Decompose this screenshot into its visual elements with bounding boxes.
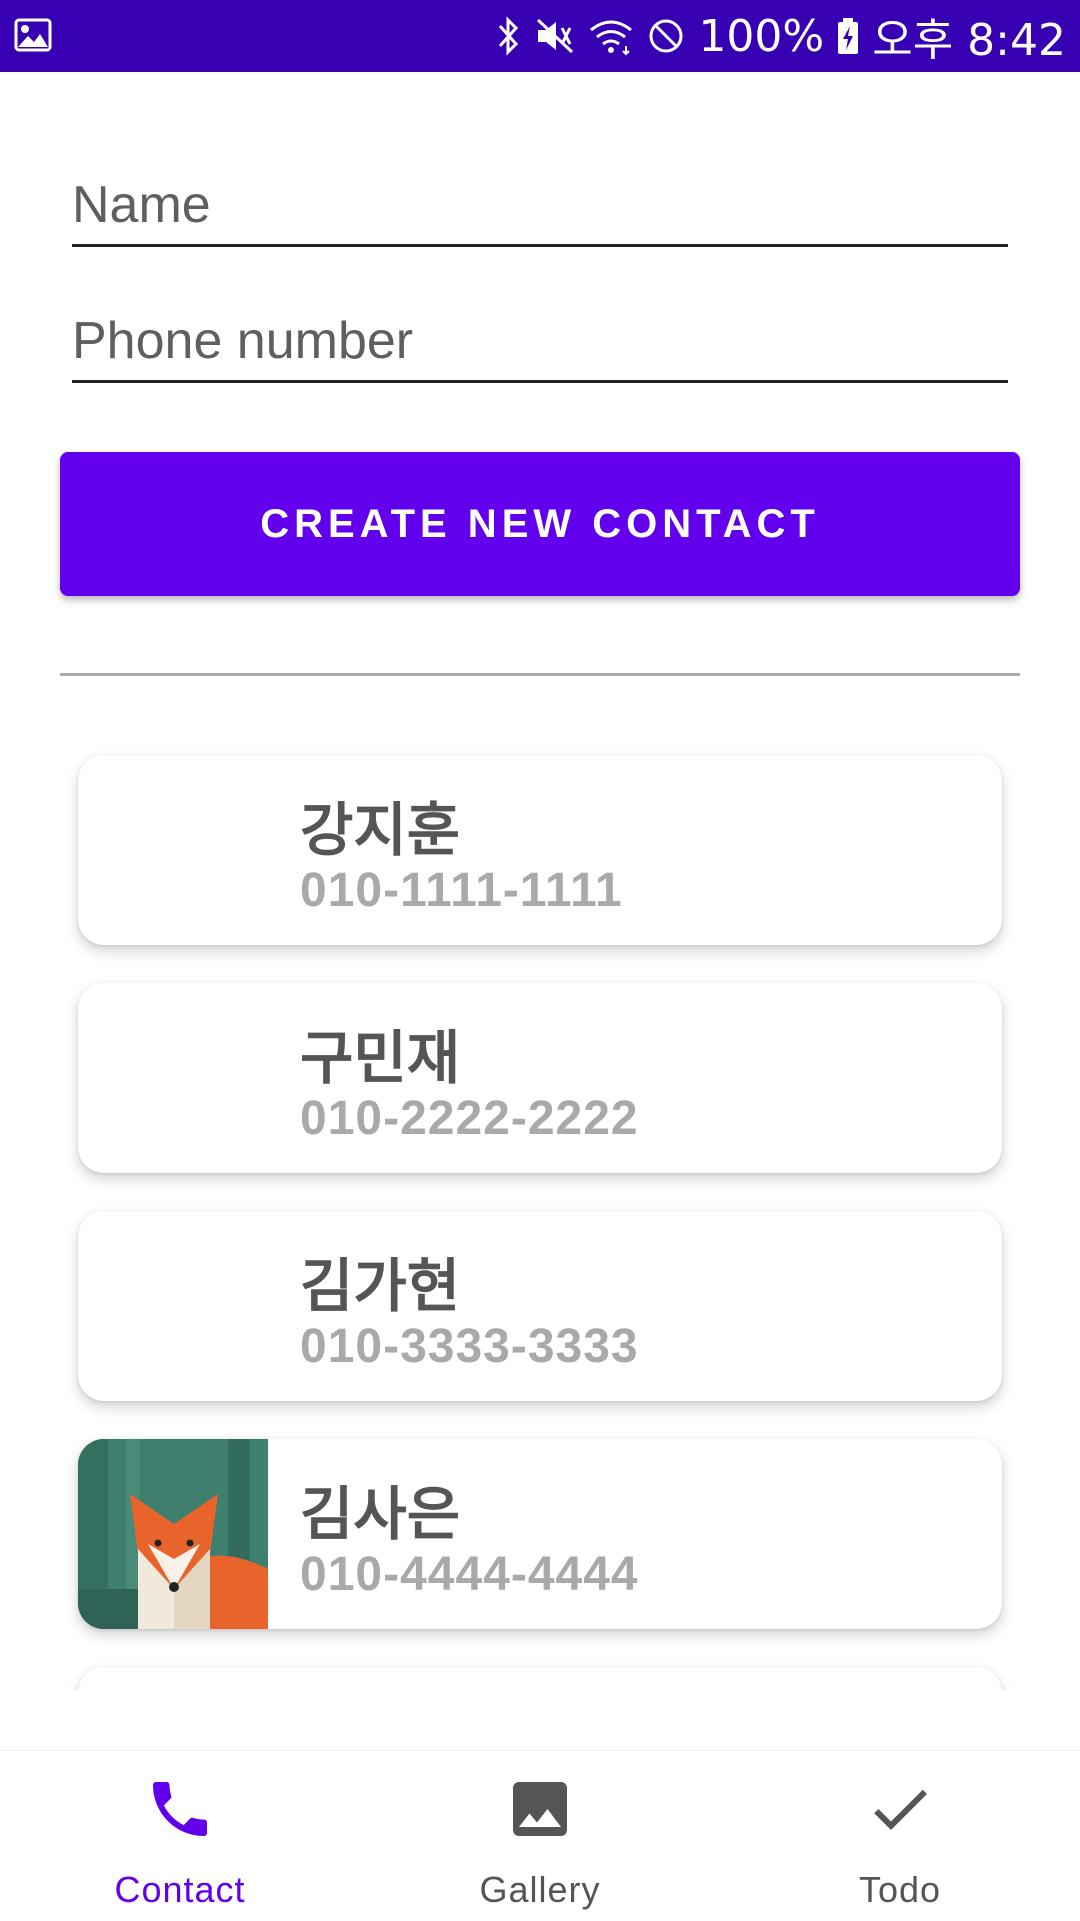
create-new-contact-button[interactable]: CREATE NEW CONTACT <box>60 452 1020 596</box>
contact-phone: 010-3333-3333 <box>300 1320 639 1373</box>
contact-card[interactable]: 강지훈 010-1111-1111 <box>78 755 1002 945</box>
nav-contact[interactable]: Contact <box>0 1751 360 1921</box>
contact-card[interactable]: 김사은 010-4444-4444 <box>78 1439 1002 1629</box>
battery-percent: 100% <box>698 10 825 62</box>
bottom-navigation: Contact Gallery Todo <box>0 1750 1080 1921</box>
image-icon <box>504 1773 576 1845</box>
nav-todo[interactable]: Todo <box>720 1751 1080 1921</box>
contact-name: 김사은 <box>300 1480 461 1548</box>
wifi-icon <box>588 16 634 56</box>
contact-phone: 010-1111-1111 <box>300 864 623 917</box>
status-bar: 100% 오후 8:42 <box>0 0 1080 72</box>
contact-name: 김가현 <box>300 1252 461 1320</box>
check-icon <box>864 1773 936 1845</box>
bluetooth-icon <box>496 16 522 56</box>
nav-label: Contact <box>114 1869 246 1910</box>
gallery-notification-icon <box>14 18 52 57</box>
contact-card[interactable]: 구민재 010-2222-2222 <box>78 983 1002 1173</box>
name-input[interactable] <box>72 166 1008 247</box>
nav-label: Todo <box>858 1869 942 1910</box>
contact-list[interactable]: 강지훈 010-1111-1111 구민재 010-2222-2222 김가현 … <box>0 740 1080 1690</box>
contact-card-partial[interactable] <box>78 1667 1002 1690</box>
phone-number-input[interactable] <box>72 302 1008 383</box>
battery-charging-icon <box>836 16 860 56</box>
clock: 오후 8:42 <box>872 15 1066 66</box>
vibrate-mute-icon <box>534 16 576 56</box>
contact-name: 강지훈 <box>300 796 461 864</box>
contact-card[interactable]: 김가현 010-3333-3333 <box>78 1211 1002 1401</box>
do-not-disturb-icon <box>646 16 686 56</box>
nav-gallery[interactable]: Gallery <box>360 1751 720 1921</box>
contact-name: 구민재 <box>300 1024 461 1092</box>
contact-phone: 010-4444-4444 <box>300 1548 639 1601</box>
fox-avatar-image <box>78 1439 268 1629</box>
phone-icon <box>144 1773 216 1845</box>
contact-phone: 010-2222-2222 <box>300 1092 639 1145</box>
nav-label: Gallery <box>479 1869 601 1910</box>
divider <box>60 673 1020 676</box>
